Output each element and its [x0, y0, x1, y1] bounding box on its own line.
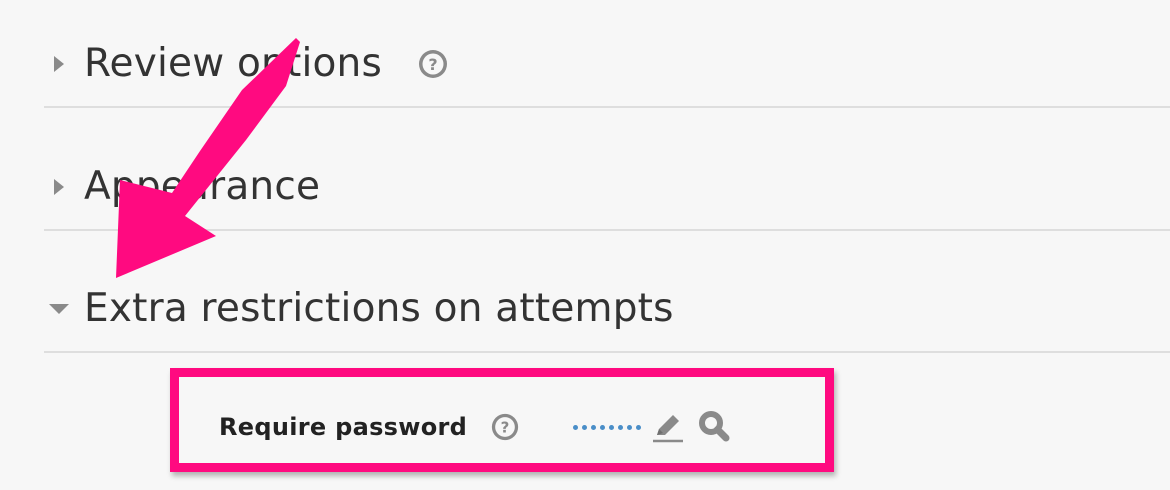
quiz-settings-page: Review options ? Appearance Extra restri…	[0, 0, 1170, 490]
section-toggle-appearance[interactable]: Appearance	[44, 161, 320, 213]
magnifier-icon[interactable]	[697, 409, 733, 445]
svg-text:?: ?	[501, 419, 510, 437]
section-toggle-extra-restrictions[interactable]: Extra restrictions on attempts	[44, 283, 674, 335]
section-review-options: Review options ?	[44, 0, 1170, 108]
pencil-icon[interactable]	[647, 407, 687, 447]
caret-right-icon	[44, 49, 74, 79]
caret-down-icon	[44, 294, 74, 324]
section-title: Extra restrictions on attempts	[84, 286, 674, 331]
question-circle-icon[interactable]: ?	[416, 47, 450, 81]
caret-right-icon	[44, 172, 74, 202]
highlight-box: Require password ?	[170, 368, 834, 472]
require-password-row: Require password ?	[219, 407, 733, 447]
svg-text:?: ?	[428, 55, 437, 74]
section-toggle-review-options[interactable]: Review options ?	[44, 38, 450, 90]
section-extra-restrictions: Extra restrictions on attempts	[44, 231, 1170, 353]
section-appearance: Appearance	[44, 109, 1170, 231]
password-masked-value[interactable]	[573, 424, 642, 430]
require-password-label: Require password	[219, 413, 468, 441]
section-title: Appearance	[84, 164, 321, 209]
question-circle-icon[interactable]: ?	[489, 411, 521, 443]
section-title: Review options	[84, 41, 382, 86]
